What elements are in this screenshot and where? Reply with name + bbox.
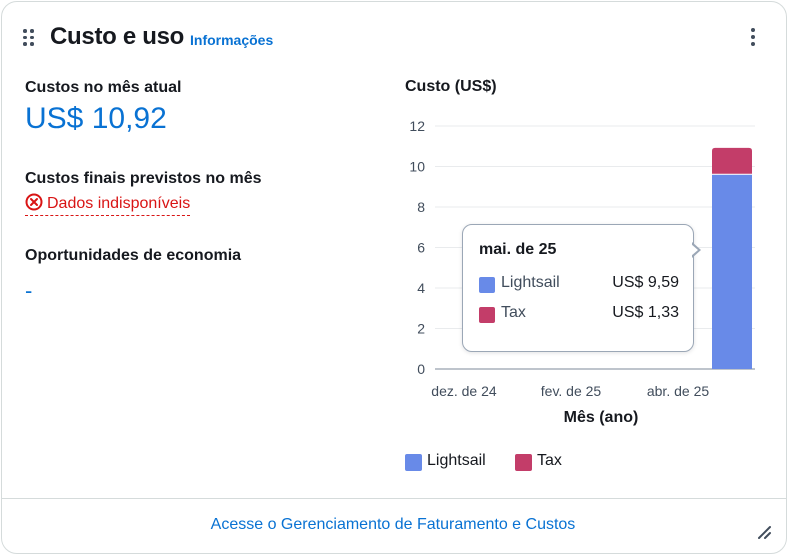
widget-title: Custo e uso (50, 23, 185, 50)
x-tick-label: dez. de 24 (431, 383, 497, 399)
savings-label: Oportunidades de economia (25, 247, 242, 264)
tooltip-row: Tax US$ 1,33 (479, 304, 679, 326)
bar-segment-tax (712, 147, 752, 174)
forecast-label: Custos finais previstos no mês (25, 170, 262, 187)
y-tick-label: 6 (417, 240, 425, 256)
legend-label: Lightsail (427, 452, 486, 469)
legend-item-tax[interactable]: Tax (515, 452, 575, 472)
current-month-value: US$ 10,92 (25, 102, 167, 135)
chart-title: Custo (US$) (405, 78, 497, 95)
legend-swatch (479, 277, 495, 293)
forecast-unavailable-text: Dados indisponíveis (47, 195, 191, 212)
error-icon (25, 193, 43, 211)
legend-swatch (405, 454, 422, 471)
tooltip-series-value: US$ 1,33 (612, 304, 679, 321)
bar-segment-lightsail (712, 174, 752, 369)
tooltip-arrow-inner (691, 244, 698, 256)
y-tick-label: 10 (409, 159, 425, 175)
forecast-unavailable[interactable]: Dados indisponíveis (25, 193, 191, 216)
legend-item-lightsail[interactable]: Lightsail (405, 452, 500, 472)
billing-console-link[interactable]: Acesse o Gerenciamento de Faturamento e … (0, 516, 786, 534)
y-tick-label: 0 (417, 361, 425, 377)
tooltip-row: Lightsail US$ 9,59 (479, 274, 679, 296)
footer-divider (1, 498, 786, 499)
legend-swatch (515, 454, 532, 471)
more-options-icon[interactable] (746, 26, 760, 48)
tooltip-series-name: Tax (501, 304, 526, 321)
resize-handle-icon[interactable] (756, 524, 772, 540)
drag-handle-icon[interactable] (22, 28, 36, 46)
savings-value: - (25, 278, 33, 303)
y-tick-label: 2 (417, 321, 425, 337)
x-axis-label: Mês (ano) (564, 409, 639, 426)
current-month-label: Custos no mês atual (25, 79, 182, 96)
tooltip-series-name: Lightsail (501, 274, 560, 291)
y-tick-label: 12 (409, 118, 425, 134)
y-tick-label: 8 (417, 199, 425, 215)
x-tick-label: abr. de 25 (647, 383, 709, 399)
tooltip-title: mai. de 25 (479, 241, 557, 258)
info-link[interactable]: Informações (190, 32, 273, 48)
x-tick-label: fev. de 25 (541, 383, 602, 399)
tooltip-series-value: US$ 9,59 (612, 274, 679, 291)
legend-swatch (479, 307, 495, 323)
legend-label: Tax (537, 452, 562, 469)
chart-tooltip: mai. de 25 Lightsail US$ 9,59 Tax US$ 1,… (462, 224, 694, 352)
y-tick-label: 4 (417, 280, 425, 296)
